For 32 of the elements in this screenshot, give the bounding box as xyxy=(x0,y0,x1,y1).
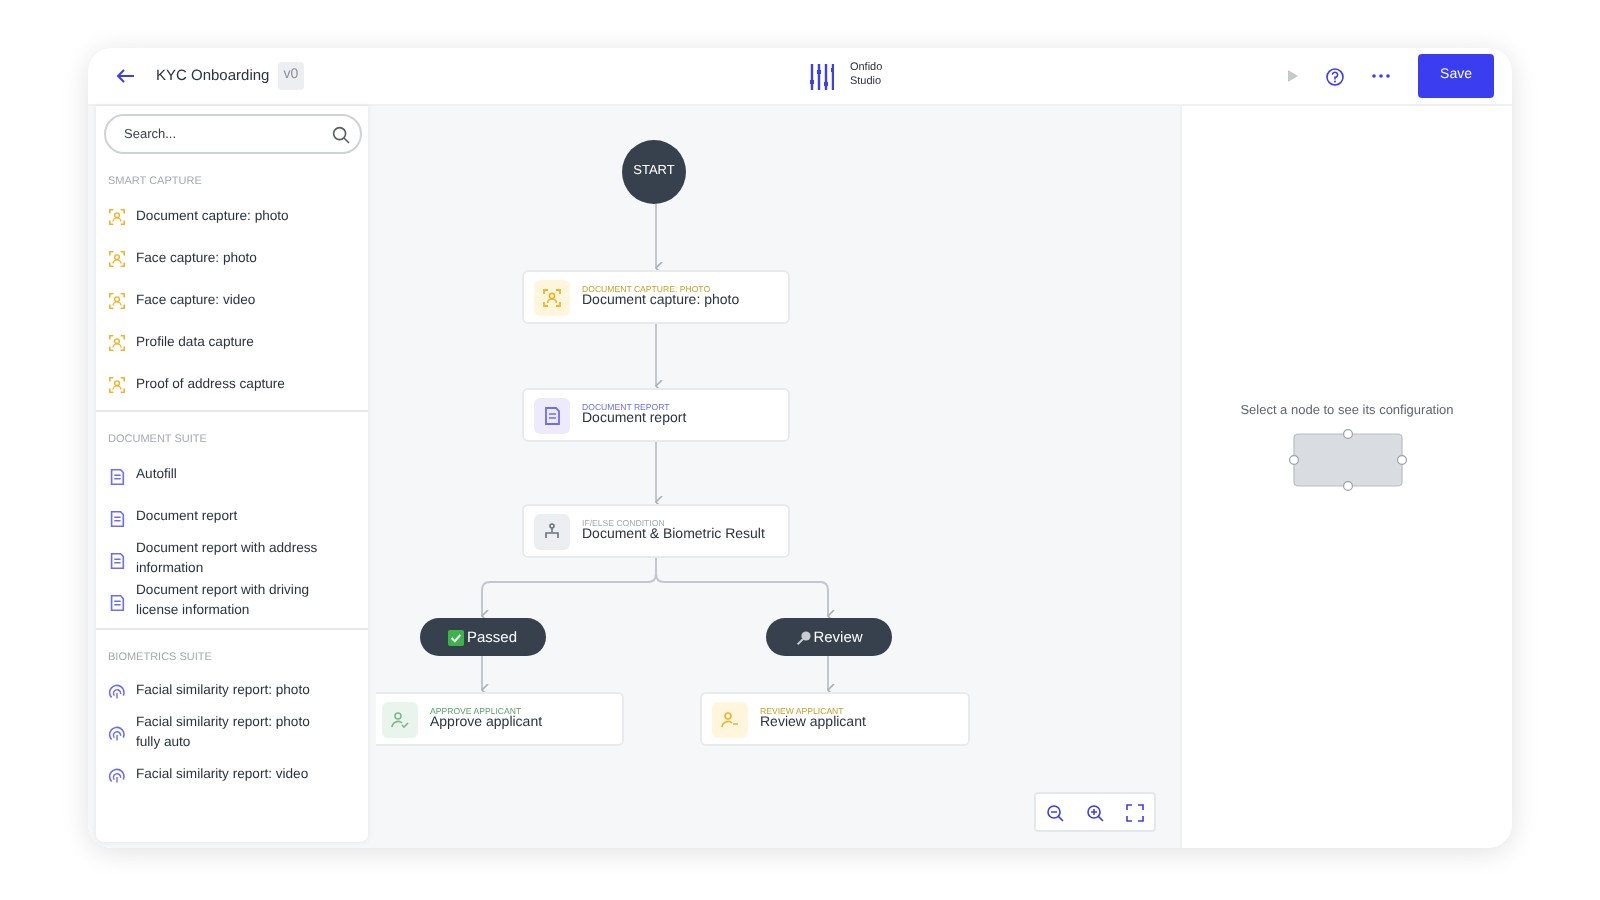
search-icon xyxy=(332,125,350,143)
node-placeholder-drawing xyxy=(1287,427,1407,492)
connector-arrow xyxy=(655,323,663,393)
document-icon xyxy=(108,467,126,485)
face-scan-icon xyxy=(108,725,126,744)
face-scan-icon xyxy=(108,683,126,702)
scan-person-icon xyxy=(108,334,126,353)
document-icon xyxy=(108,509,126,527)
connector-arrow xyxy=(827,655,835,697)
check-icon xyxy=(448,629,465,645)
scan-person-icon xyxy=(542,287,562,307)
document-icon xyxy=(108,551,126,569)
branch-icon xyxy=(542,521,562,541)
face-scan-icon xyxy=(108,767,126,786)
scan-person-icon xyxy=(108,376,126,395)
zoom-in-icon[interactable] xyxy=(1085,803,1104,821)
connector-arrow xyxy=(655,203,663,275)
fullscreen-icon[interactable] xyxy=(1125,803,1144,821)
zoom-out-icon[interactable] xyxy=(1046,803,1065,821)
scan-person-icon xyxy=(108,292,126,311)
connector-arrow xyxy=(481,655,489,697)
magnifier-icon xyxy=(795,629,812,645)
person-check-icon xyxy=(390,709,410,729)
sliders-icon xyxy=(809,63,834,89)
document-icon xyxy=(542,405,562,425)
scan-person-icon xyxy=(108,250,126,269)
scan-person-icon xyxy=(108,208,126,227)
help-icon[interactable] xyxy=(1326,67,1345,85)
person-minus-icon xyxy=(720,709,740,729)
connector-arrow xyxy=(655,441,663,509)
document-icon xyxy=(108,593,126,611)
back-arrow-icon[interactable] xyxy=(116,68,136,84)
